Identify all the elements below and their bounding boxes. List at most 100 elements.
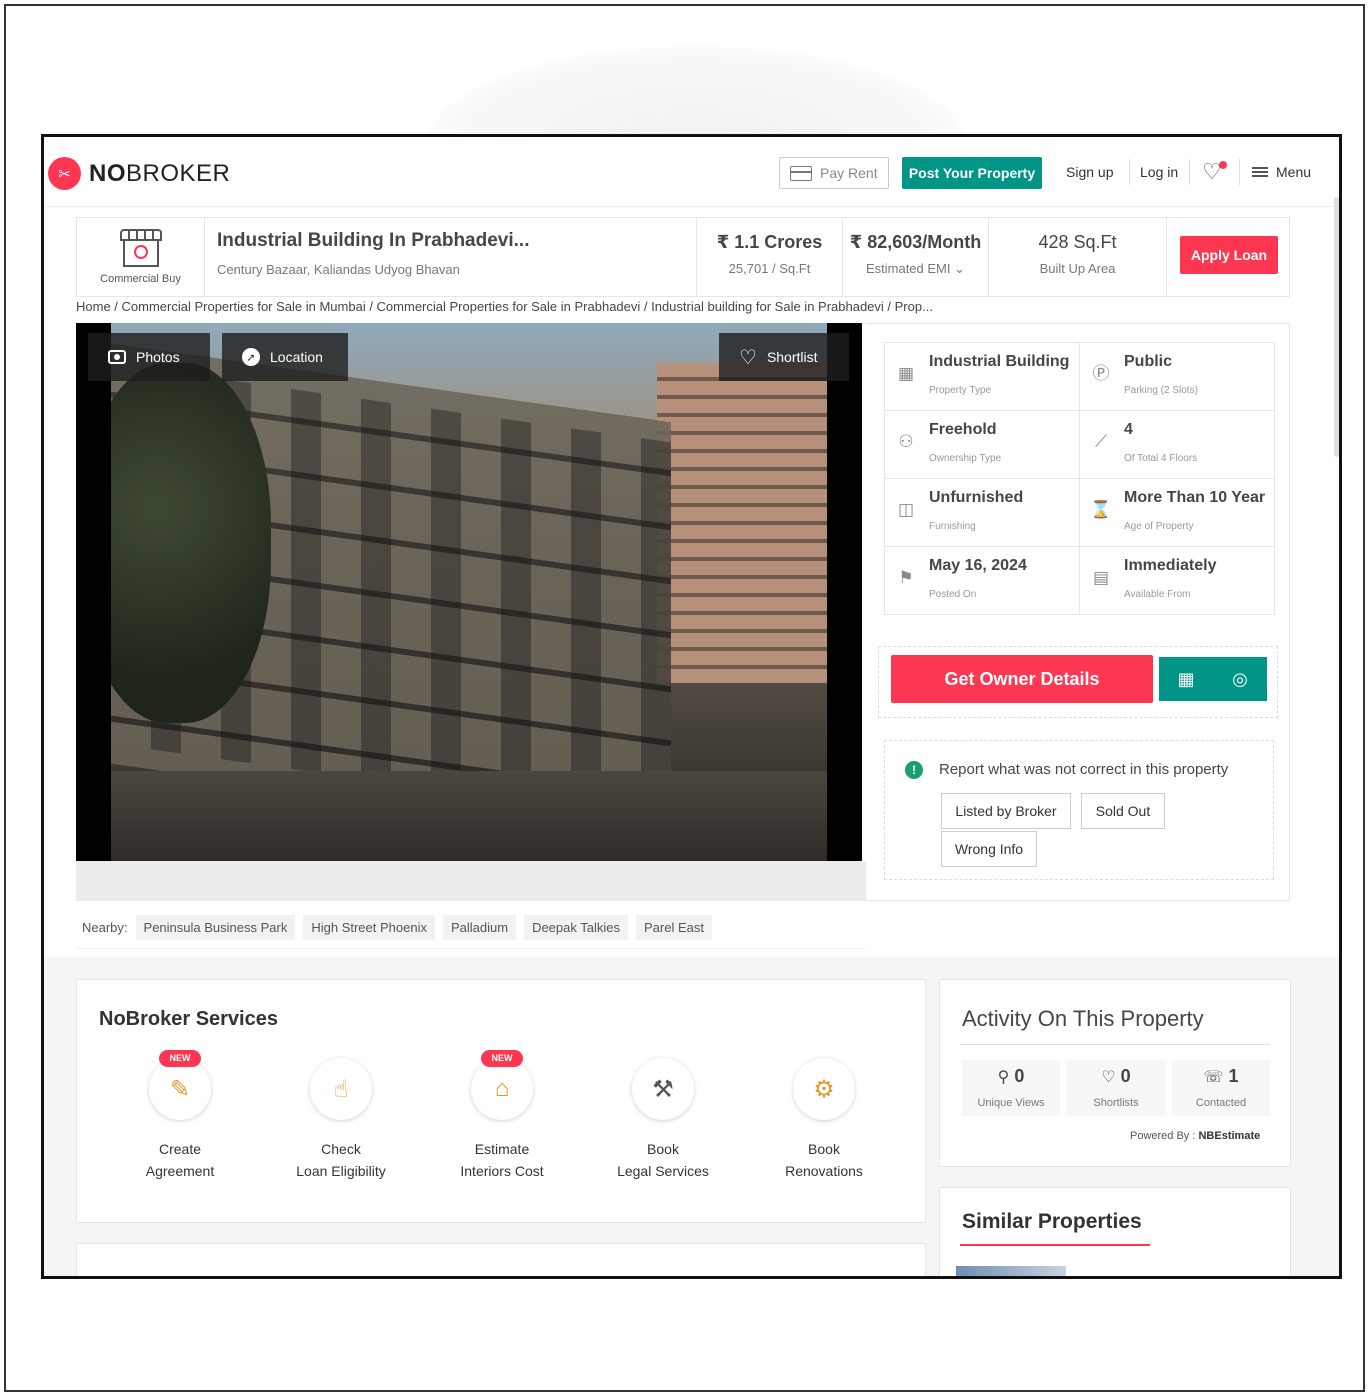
- get-owner-details-button[interactable]: Get Owner Details: [891, 655, 1153, 703]
- apply-loan-button[interactable]: Apply Loan: [1180, 236, 1278, 274]
- gavel-icon: ⚒: [632, 1058, 694, 1120]
- shortlist-button[interactable]: ♡ Shortlist: [719, 333, 849, 381]
- chevron-down-icon: ⌄: [954, 261, 966, 276]
- property-details-panel: ▦ Industrial Building Property Type Ⓟ Pu…: [866, 323, 1290, 901]
- pay-rent-label: Pay Rent: [820, 165, 878, 181]
- new-badge: NEW: [481, 1050, 523, 1067]
- login-link[interactable]: Log in: [1140, 164, 1178, 180]
- service-interiors-cost[interactable]: NEW ⌂ Estimate Interiors Cost: [427, 1050, 577, 1182]
- gallery-thumbnail-strip: [76, 861, 866, 901]
- title-cell: Industrial Building In Prabhadevi... Cen…: [205, 218, 697, 296]
- contact-actions: Get Owner Details ▦ ◎: [878, 646, 1278, 718]
- calendar-icon: ▦: [1177, 668, 1195, 689]
- property-photo: [111, 323, 827, 861]
- property-summary-bar: Commercial Buy Industrial Building In Pr…: [76, 217, 1290, 297]
- area-label: Built Up Area: [1039, 261, 1116, 276]
- renovation-icon: ⚙: [793, 1058, 855, 1120]
- price-cell: ₹ 1.1 Crores 25,701 / Sq.Ft: [697, 218, 843, 296]
- service-renovations[interactable]: ⚙ Book Renovations: [749, 1058, 899, 1182]
- nobroker-services: NoBroker Services NEW ✎ Create Agreement …: [76, 979, 926, 1223]
- signup-link[interactable]: Sign up: [1066, 164, 1113, 180]
- agreement-icon: ✎: [149, 1058, 211, 1120]
- price-per-sqft: 25,701 / Sq.Ft: [728, 261, 811, 276]
- breadcrumb[interactable]: Home / Commercial Properties for Sale in…: [76, 299, 933, 314]
- chat-button[interactable]: ◎: [1213, 657, 1267, 701]
- property-address: Century Bazaar, Kaliandas Udyog Bhavan: [217, 262, 460, 277]
- hamburger-icon: [1252, 167, 1268, 177]
- compass-icon: ➚: [242, 348, 260, 366]
- wrong-info-button[interactable]: Wrong Info: [941, 831, 1037, 867]
- amenities-card: [76, 1243, 926, 1276]
- menu-label: Menu: [1276, 164, 1312, 180]
- nearby-places: Nearby: Peninsula Business Park High Str…: [76, 907, 866, 949]
- category-cell: Commercial Buy: [77, 218, 205, 296]
- shortlist-label: Shortlist: [766, 349, 818, 365]
- logo-text-rest: BROKER: [126, 159, 231, 187]
- stat-shortlists: ♡ 0 Shortlists: [1067, 1060, 1165, 1116]
- location-label: Location: [270, 349, 323, 365]
- emi-label: Estimated EMI: [865, 261, 951, 276]
- calendar-icon: ▤: [1092, 568, 1110, 587]
- logo-icon: ✂: [48, 157, 81, 190]
- area-cell: 428 Sq.Ft Built Up Area: [989, 218, 1167, 296]
- service-legal[interactable]: ⚒ Book Legal Services: [588, 1058, 738, 1182]
- hourglass-icon: ⌛: [1090, 500, 1112, 519]
- stat-contacted: ☏ 1 Contacted: [1172, 1060, 1270, 1116]
- photos-label: Photos: [136, 349, 180, 365]
- similar-property-thumbnail[interactable]: [956, 1266, 1066, 1276]
- listed-by-broker-button[interactable]: Listed by Broker: [941, 793, 1071, 829]
- camera-icon: [108, 350, 126, 364]
- detail-floor: ⟋ 4 Of Total 4 Floors: [1079, 410, 1275, 479]
- nearby-chip[interactable]: Deepak Talkies: [524, 915, 628, 940]
- detail-available-from: ▤ Immediately Available From: [1079, 546, 1275, 615]
- detail-ownership: ⚇ Freehold Ownership Type: [884, 410, 1080, 479]
- detail-age: ⌛ More Than 10 Year Age of Property: [1079, 478, 1275, 547]
- post-property-button[interactable]: Post Your Property: [902, 157, 1042, 189]
- location-button[interactable]: ➚ Location: [222, 333, 348, 381]
- parking-icon: Ⓟ: [1092, 364, 1110, 383]
- card-icon: [790, 165, 812, 181]
- detail-parking: Ⓟ Public Parking (2 Slots): [1079, 342, 1275, 411]
- loan-icon: ☝: [310, 1058, 372, 1120]
- nearby-chip[interactable]: Peninsula Business Park: [135, 915, 296, 940]
- heart-outline-icon: ♡: [739, 346, 757, 369]
- nearby-chip[interactable]: Palladium: [442, 915, 517, 940]
- category-label: Commercial Buy: [100, 273, 181, 285]
- phone-icon: ☏: [1203, 1069, 1224, 1086]
- nearby-label: Nearby:: [82, 920, 128, 935]
- report-text: Report what was not correct in this prop…: [939, 761, 1229, 778]
- furnishing-icon: ◫: [897, 500, 915, 519]
- service-create-agreement[interactable]: NEW ✎ Create Agreement: [105, 1050, 255, 1182]
- service-loan-eligibility[interactable]: ☝ Check Loan Eligibility: [266, 1058, 416, 1182]
- pay-rent-button[interactable]: Pay Rent: [779, 157, 889, 189]
- flag-icon: ⚑: [898, 568, 914, 587]
- stairs-icon: ⟋: [1095, 432, 1107, 451]
- sold-out-button[interactable]: Sold Out: [1081, 793, 1165, 829]
- emi-cell[interactable]: ₹ 82,603/Month Estimated EMI ⌄: [843, 218, 989, 296]
- header-divider: [1189, 159, 1190, 185]
- similar-properties-card: Similar Properties: [939, 1187, 1291, 1276]
- nearby-chip[interactable]: High Street Phoenix: [303, 915, 435, 940]
- shop-icon: [118, 229, 164, 269]
- activity-card: Activity On This Property ⚲ 0 Unique Vie…: [939, 979, 1291, 1167]
- schedule-visit-button[interactable]: ▦: [1159, 657, 1213, 701]
- price-value: ₹ 1.1 Crores: [716, 232, 823, 252]
- notification-dot: [1219, 161, 1227, 169]
- nobroker-logo[interactable]: ✂ NOBROKER: [48, 157, 230, 190]
- photo-gallery[interactable]: Photos ➚ Location ♡ Shortlist: [76, 323, 862, 861]
- site-header: ✂ NOBROKER Pay Rent Post Your Property S…: [44, 137, 1339, 207]
- divider: [960, 1044, 1270, 1045]
- title-underline: [960, 1244, 1150, 1246]
- powered-by: Powered By : NBEstimate: [1130, 1130, 1261, 1142]
- menu-button[interactable]: Menu: [1252, 164, 1311, 180]
- photos-button[interactable]: Photos: [88, 333, 210, 381]
- detail-property-type: ▦ Industrial Building Property Type: [884, 342, 1080, 411]
- screenshot-border: ✂ NOBROKER Pay Rent Post Your Property S…: [4, 4, 1365, 1392]
- page-scrollbar[interactable]: [1334, 197, 1339, 457]
- new-badge: NEW: [159, 1050, 201, 1067]
- report-box: ! Report what was not correct in this pr…: [884, 740, 1274, 880]
- nearby-chip[interactable]: Parel East: [635, 915, 712, 940]
- building-icon: ▦: [897, 364, 915, 383]
- similar-title: Similar Properties: [962, 1210, 1142, 1233]
- services-title: NoBroker Services: [99, 1008, 278, 1030]
